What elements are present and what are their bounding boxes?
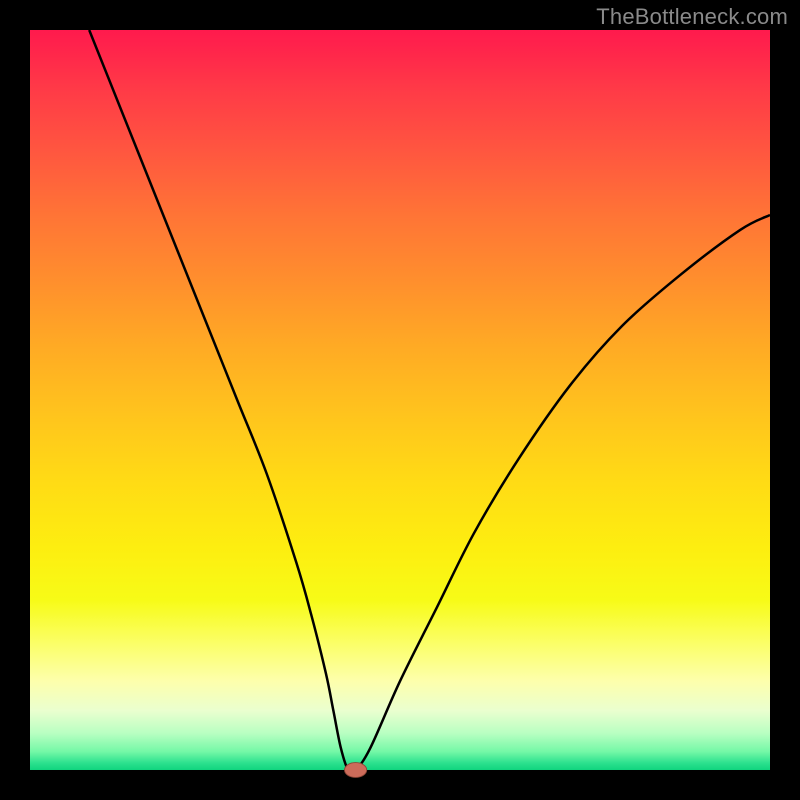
- watermark-text: TheBottleneck.com: [596, 4, 788, 30]
- plot-area: [30, 30, 770, 770]
- bottleneck-curve-path: [89, 30, 770, 773]
- outer-frame: TheBottleneck.com: [0, 0, 800, 800]
- optimum-marker: [345, 763, 367, 778]
- bottleneck-curve-svg: [30, 30, 770, 770]
